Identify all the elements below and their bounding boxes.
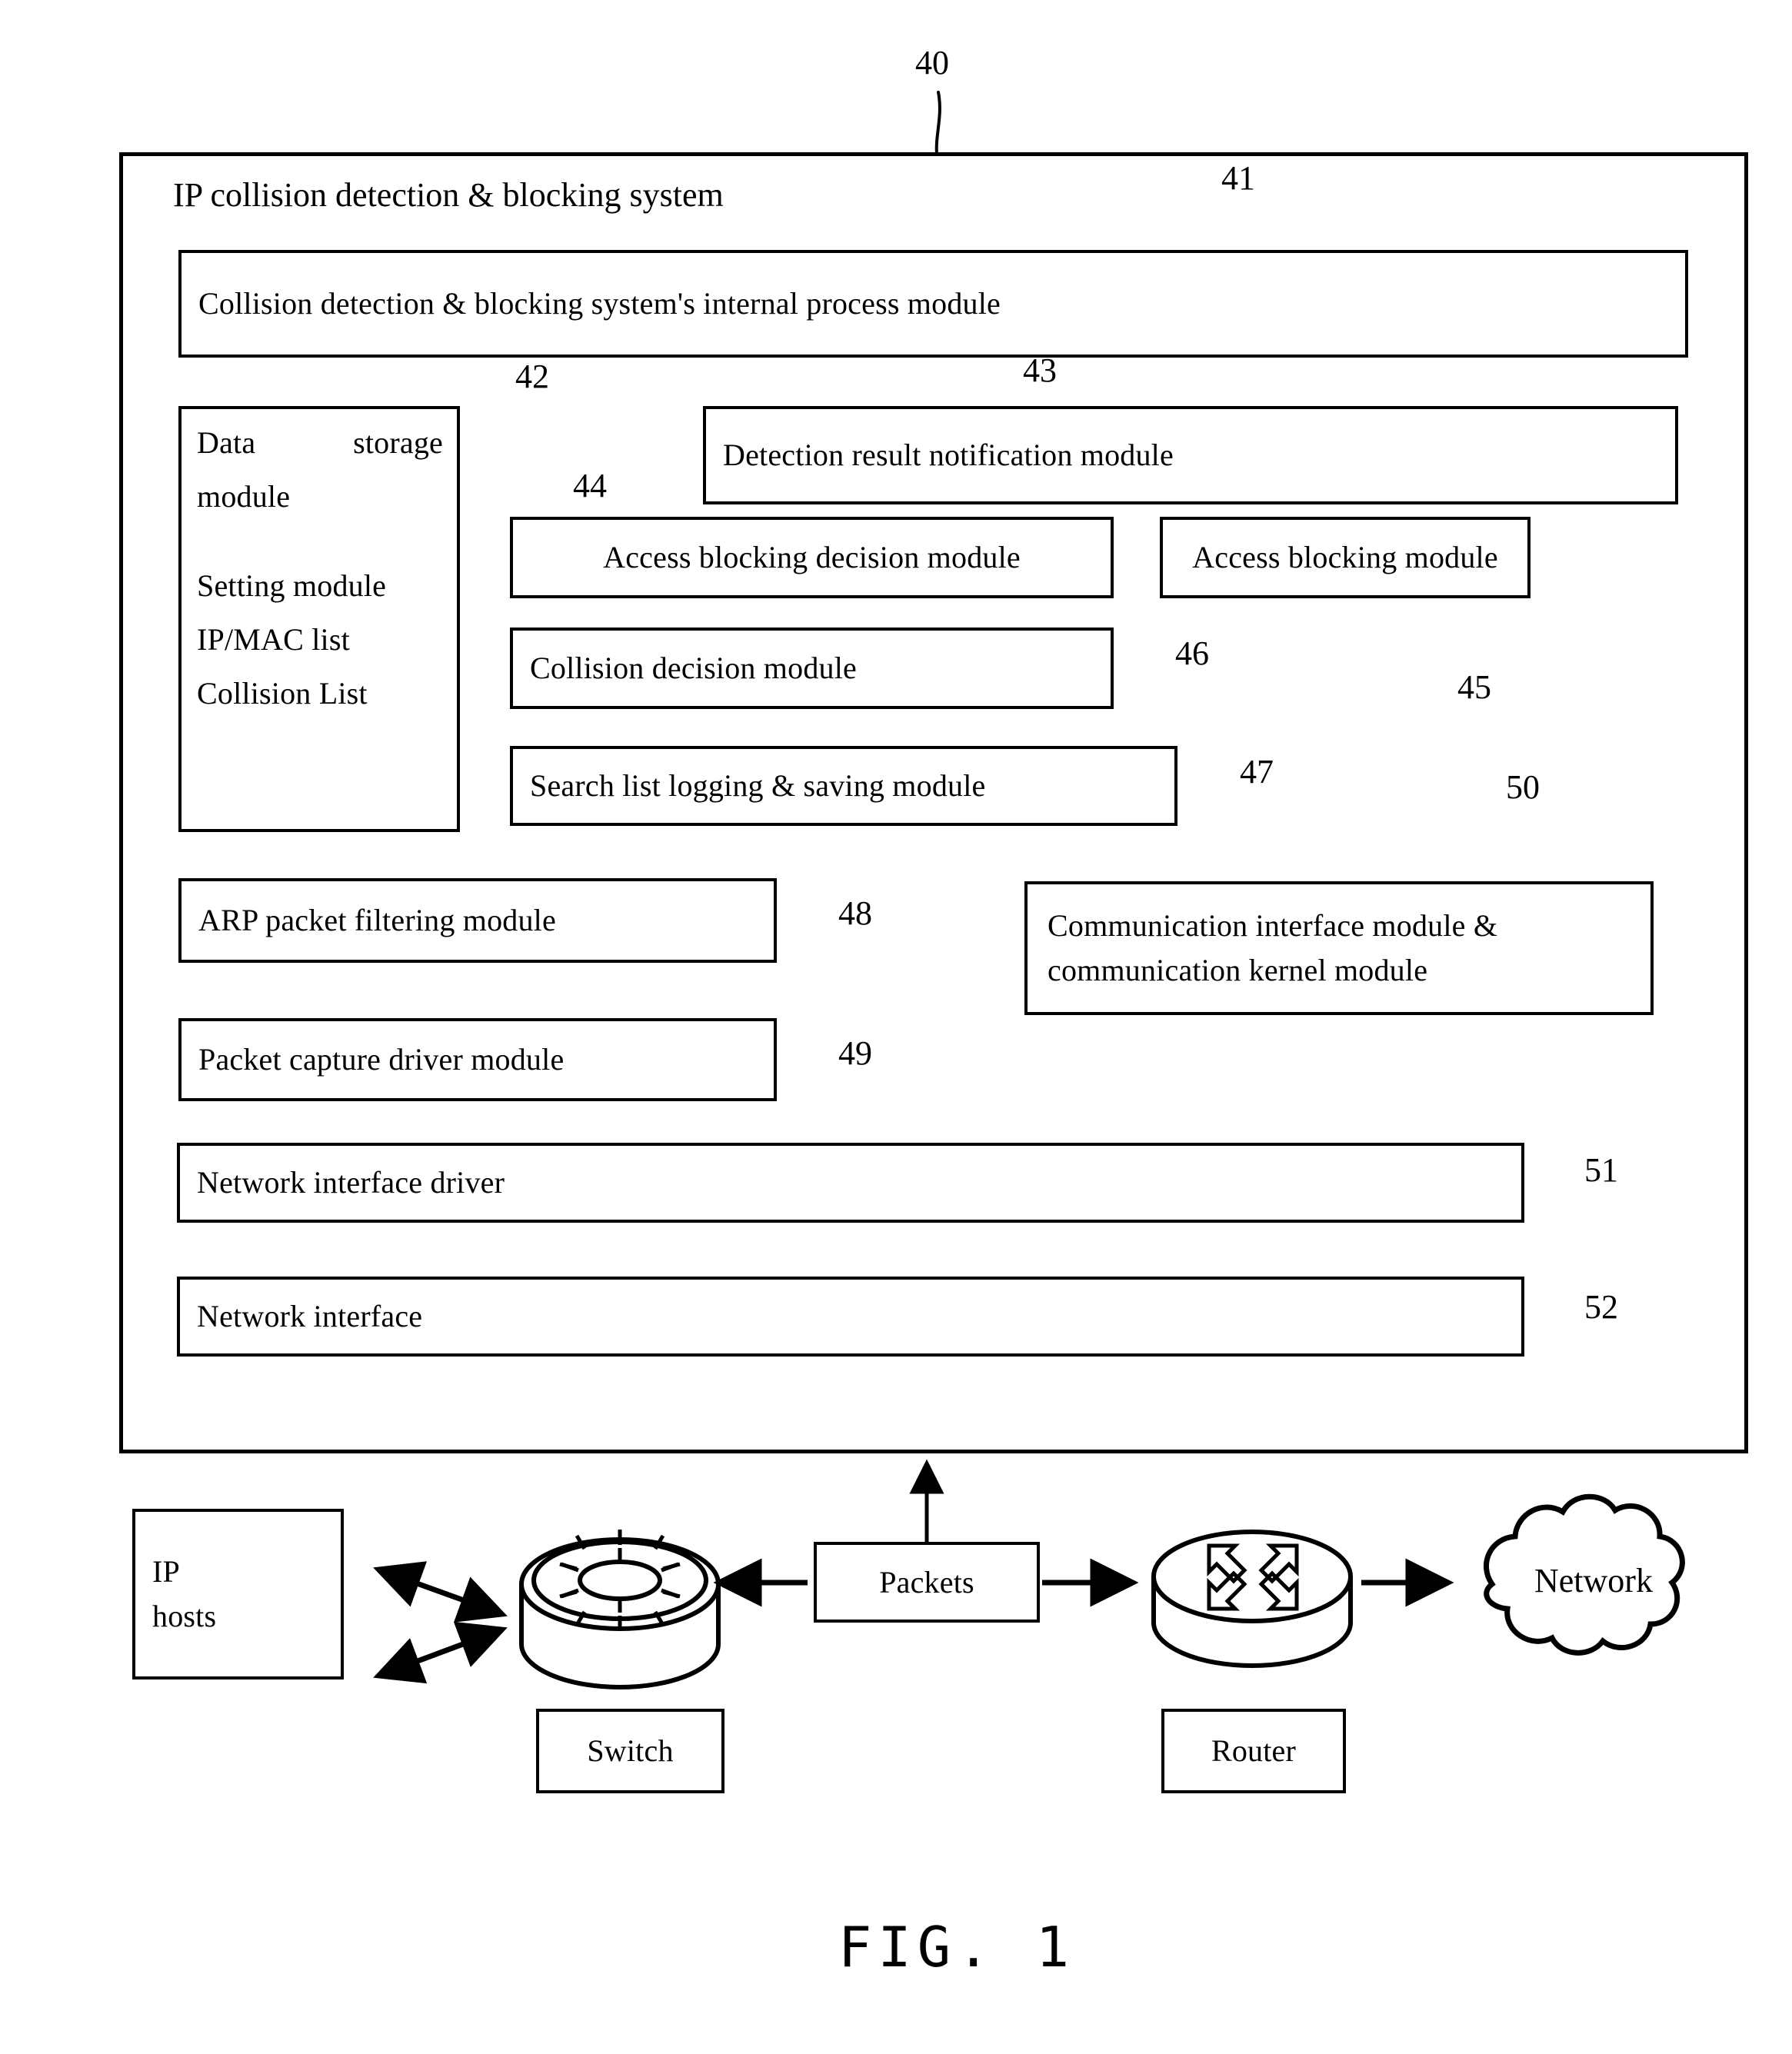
packets-label: Packets — [879, 1564, 974, 1600]
router-label: Router — [1211, 1733, 1297, 1768]
ref-label-41: 41 — [1221, 159, 1255, 197]
figure-caption: FIG. 1 — [838, 1915, 1076, 1979]
arp-packet-filtering-module[interactable]: ARP packet filtering module — [178, 878, 777, 963]
arrow-iphosts-switch-upper — [373, 1561, 508, 1623]
ip-hosts-box[interactable]: IP hosts — [132, 1509, 344, 1679]
packet-capture-driver-label: Packet capture driver module — [198, 1042, 565, 1077]
access-blocking-decision-label: Access blocking decision module — [603, 540, 1021, 574]
data-storage-spacer — [197, 535, 443, 571]
network-cloud-label: Network — [1534, 1562, 1653, 1600]
ref-label-40: 40 — [915, 44, 949, 82]
data-storage-item-ipmac: IP/MAC list — [197, 622, 350, 657]
ref-label-52: 52 — [1584, 1288, 1618, 1326]
ref-label-48: 48 — [838, 894, 872, 932]
ip-hosts-line-1: IP — [152, 1554, 180, 1589]
ref-label-49: 49 — [838, 1034, 872, 1072]
data-storage-item-collision: Collision List — [197, 676, 368, 711]
ref-label-50: 50 — [1506, 768, 1540, 806]
data-storage-title-row: Data storage — [197, 428, 443, 458]
figure-sheet: IP collision detection & blocking system… — [0, 0, 1792, 2054]
data-storage-module[interactable]: Data storage module Setting module IP/MA… — [178, 406, 460, 832]
switch-label: Switch — [587, 1733, 674, 1768]
access-blocking-label: Access blocking module — [1192, 540, 1498, 574]
detection-result-notification-label: Detection result notification module — [723, 438, 1174, 472]
router-label-box[interactable]: Router — [1161, 1709, 1346, 1793]
data-storage-title-word2: storage — [353, 425, 443, 460]
network-interface-driver-label: Network interface driver — [197, 1165, 505, 1200]
ref-label-51: 51 — [1584, 1151, 1618, 1189]
data-storage-title-word1: Data — [197, 425, 256, 460]
data-storage-item-setting: Setting module — [197, 568, 387, 603]
ref-label-43: 43 — [1023, 351, 1057, 389]
packets-box[interactable]: Packets — [814, 1542, 1040, 1623]
communication-interface-module[interactable]: Communication interface module & communi… — [1024, 881, 1654, 1015]
router-icon-arrows — [1207, 1543, 1299, 1611]
internal-process-module[interactable]: Collision detection & blocking system's … — [178, 250, 1688, 358]
detection-result-notification-module[interactable]: Detection result notification module — [703, 406, 1678, 504]
internal-process-module-label: Collision detection & blocking system's … — [198, 286, 1001, 321]
ref-label-44: 44 — [573, 467, 607, 504]
system-title: IP collision detection & blocking system — [173, 176, 724, 214]
arp-packet-filtering-label: ARP packet filtering module — [198, 903, 556, 937]
network-interface-driver[interactable]: Network interface driver — [177, 1143, 1524, 1223]
network-interface-label: Network interface — [197, 1299, 423, 1333]
communication-line-2: communication kernel module — [1048, 953, 1428, 987]
switch-label-box[interactable]: Switch — [536, 1709, 724, 1793]
arrow-iphosts-switch-lower — [373, 1621, 508, 1684]
access-blocking-module[interactable]: Access blocking module — [1160, 517, 1531, 598]
router-icon — [1151, 1530, 1353, 1668]
collision-decision-module[interactable]: Collision decision module — [510, 628, 1114, 709]
network-interface[interactable]: Network interface — [177, 1277, 1524, 1357]
ip-hosts-line-2: hosts — [152, 1599, 217, 1633]
ref-label-47: 47 — [1240, 753, 1274, 791]
search-list-logging-label: Search list logging & saving module — [530, 768, 986, 803]
access-blocking-decision-module[interactable]: Access blocking decision module — [510, 517, 1114, 598]
search-list-logging-module[interactable]: Search list logging & saving module — [510, 746, 1177, 826]
data-storage-title-line2: module — [197, 479, 291, 514]
ref-label-45: 45 — [1457, 668, 1491, 706]
communication-line-1: Communication interface module & — [1048, 908, 1498, 943]
ref-label-42: 42 — [515, 358, 549, 395]
collision-decision-label: Collision decision module — [530, 651, 857, 685]
packet-capture-driver-module[interactable]: Packet capture driver module — [178, 1018, 777, 1101]
ref-label-46: 46 — [1175, 634, 1209, 672]
